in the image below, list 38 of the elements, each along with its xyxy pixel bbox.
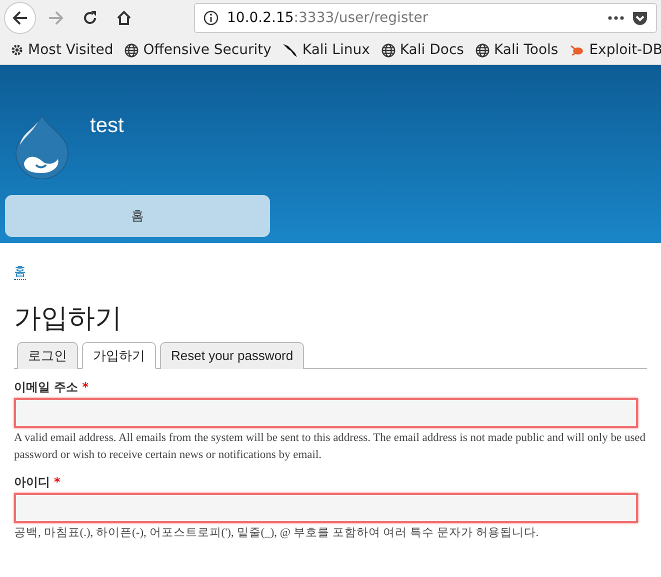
home-icon [116,10,132,26]
required-mark: * [54,474,60,490]
gear-icon [10,43,24,57]
bookmark-link[interactable]: Kali Tools [474,42,558,58]
globe-icon [124,42,140,58]
bookmark-link[interactable]: Offensive Security [124,42,272,58]
help-text: 공백, 마침표(.), 하이픈(-), 어포스트로피('), 밑줄(_), @ 부호를 포함하여 여러 특수 문자가 허용됩니다. [14,526,539,541]
bookmark-link[interactable]: Kali Docs [380,42,464,58]
info-icon [203,10,219,26]
address-bar[interactable]: 10.0.2.15:3333/user/register [194,3,657,33]
bookmark-link[interactable]: Most Visited [10,42,114,58]
help-text: A valid email address. All emails from the system will be sent to this address. The email address is not made public and will only be used [14,431,646,446]
tab[interactable]: 가입하기 [82,342,156,369]
url-host: 10.0.2.15 [227,10,294,26]
tab[interactable]: 로그인 [17,342,78,369]
globe-icon [380,42,396,58]
pocket-icon[interactable] [632,10,648,26]
more-icon[interactable] [608,16,624,20]
required-mark: * [82,379,88,395]
back-button[interactable] [4,2,36,34]
text-field[interactable] [14,398,638,428]
breadcrumb-link[interactable]: 홈 [14,263,26,280]
nav-tab[interactable]: 홈 [5,195,270,237]
globe-icon [474,42,490,58]
field-label: 아이디 [14,474,50,490]
dragon-icon [282,42,298,58]
help-text: password or wish to receive certain news or notifications by email. [14,448,322,463]
url-path: :3333/user/register [294,10,428,26]
forward-arrow-icon [47,9,65,27]
field-label: 이메일 주소 [14,379,78,395]
site-name[interactable]: test [90,113,124,139]
back-arrow-icon [11,9,29,27]
page-title: 가입하기 [14,302,122,336]
reload-icon [82,10,98,26]
tab[interactable]: Reset your password [160,342,304,369]
bookmark-link[interactable]: Kali Linux [282,42,370,58]
text-field[interactable] [14,493,638,523]
bug-icon [569,43,586,57]
